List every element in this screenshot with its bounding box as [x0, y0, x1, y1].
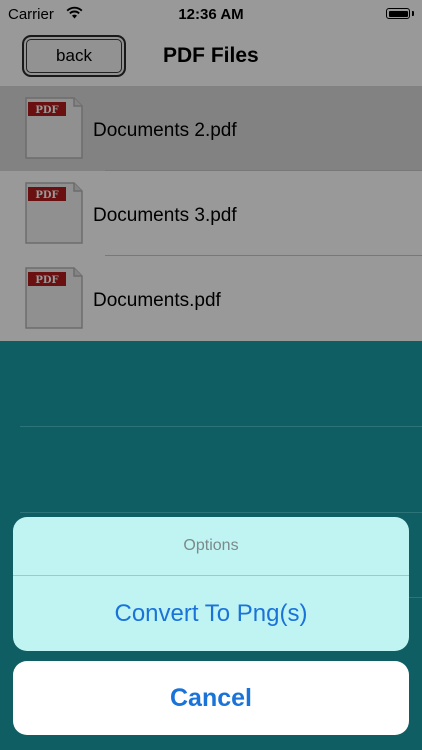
backdrop-separator: [20, 512, 422, 513]
action-sheet: Options Convert To Png(s): [13, 517, 409, 651]
cancel-button[interactable]: Cancel: [13, 661, 409, 735]
backdrop-separator: [20, 426, 422, 427]
action-sheet-title: Options: [183, 537, 239, 554]
convert-to-png-button[interactable]: Convert To Png(s): [13, 576, 409, 651]
